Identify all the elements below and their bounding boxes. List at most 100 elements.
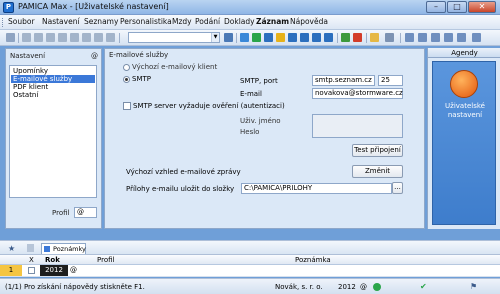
- flag-icon[interactable]: [353, 33, 362, 42]
- window-list-icon[interactable]: [405, 33, 414, 42]
- nav-last-icon[interactable]: [324, 33, 333, 42]
- list-item-other[interactable]: Ostatní: [11, 91, 95, 99]
- smtp-auth-label: SMTP server vyžaduje ověření (autentizac…: [133, 102, 285, 110]
- status-bar: (1/1) Pro získání nápovědy stiskněte F1.…: [0, 278, 500, 294]
- star-icon[interactable]: [276, 33, 285, 42]
- export-icon[interactable]: [46, 33, 55, 42]
- column-profil[interactable]: Profil: [97, 256, 114, 264]
- table-row[interactable]: 1 2012 @: [0, 265, 500, 277]
- default-client-label: Výchozí e-mailový klient: [132, 63, 218, 71]
- email-label: E-mail: [240, 90, 262, 98]
- smtp-auth-checkbox[interactable]: [123, 102, 131, 110]
- maximize-button[interactable]: □: [447, 1, 467, 13]
- menu-nastaveni[interactable]: Nastavení: [42, 17, 80, 26]
- menu-personalistika[interactable]: Personalistika: [120, 17, 172, 26]
- password-label: Heslo: [240, 128, 260, 136]
- folder-icon[interactable]: [370, 33, 379, 42]
- split-icon[interactable]: [444, 33, 453, 42]
- preview-icon[interactable]: [34, 33, 43, 42]
- chevron-down-icon[interactable]: ▼: [211, 33, 219, 42]
- filter-combo[interactable]: ▼: [128, 32, 220, 43]
- change-template-button[interactable]: Změnit: [352, 165, 403, 178]
- tab-poznamky[interactable]: Poznámky: [41, 243, 86, 254]
- agendy-panel: Agendy Uživatelské nastavení: [427, 48, 500, 229]
- list-item-email-services[interactable]: E-mailové služby: [11, 75, 95, 83]
- agendy-header: Agendy: [428, 48, 500, 58]
- print-icon[interactable]: [22, 33, 31, 42]
- menu-mzdy[interactable]: Mzdy: [172, 17, 192, 26]
- nav-first-icon[interactable]: [288, 33, 297, 42]
- tab-poznamky-label: Poznámky: [53, 245, 86, 253]
- save-icon[interactable]: [70, 33, 79, 42]
- attachments-path-input[interactable]: C:\PAMICA\PRILOHY: [241, 183, 392, 194]
- email-template-label: Výchozí vzhled e-mailové zprávy: [126, 168, 241, 176]
- menu-podani[interactable]: Podání: [195, 17, 220, 26]
- filter-toggle-icon[interactable]: [27, 244, 34, 252]
- smtp-host-input[interactable]: smtp.seznam.cz: [312, 75, 375, 86]
- column-x[interactable]: X: [29, 256, 34, 264]
- cascade-icon[interactable]: [431, 33, 440, 42]
- test-connection-button[interactable]: Test připojení: [352, 144, 403, 157]
- pamica-app-icon[interactable]: P: [3, 2, 14, 13]
- nav-next-icon[interactable]: [312, 33, 321, 42]
- column-poznamka[interactable]: Poznámka: [295, 256, 331, 264]
- toolbar-tools-icon[interactable]: [6, 33, 15, 42]
- credentials-input[interactable]: [312, 114, 403, 138]
- row-checkbox[interactable]: [28, 267, 35, 274]
- menu-doklady[interactable]: Doklady: [224, 17, 255, 26]
- clear-filter-icon[interactable]: [224, 33, 233, 42]
- notes-grid-header: X Rok Profil Poznámka: [0, 255, 500, 265]
- status-hint: (1/1) Pro získání nápovědy stiskněte F1.: [5, 283, 145, 291]
- check-icon: ✔: [420, 282, 427, 291]
- smtp-radio[interactable]: [123, 76, 130, 83]
- menu-seznamy[interactable]: Seznamy: [84, 17, 118, 26]
- menu-napoveda[interactable]: Nápověda: [290, 17, 328, 26]
- user-settings-tile[interactable]: Uživatelské nastavení: [432, 61, 496, 225]
- minimize-button[interactable]: –: [426, 1, 446, 13]
- user-settings-label: Uživatelské nastavení: [433, 102, 497, 120]
- collapse-icon[interactable]: ★: [8, 244, 15, 253]
- copy-icon[interactable]: [58, 33, 67, 42]
- new-record-icon[interactable]: [240, 33, 249, 42]
- smtp-port-input[interactable]: 25: [378, 75, 403, 86]
- menu-bar: Soubor Nastavení Seznamy Personalistika …: [0, 15, 500, 30]
- toolbar-separator: [400, 33, 401, 43]
- nav-prev-icon[interactable]: [300, 33, 309, 42]
- help-icon[interactable]: [472, 33, 481, 42]
- add-icon[interactable]: [252, 33, 261, 42]
- user-settings-label-line2: nastavení: [447, 111, 483, 119]
- settings-list[interactable]: Upomínky E-mailové služby PDF klient Ost…: [9, 65, 97, 198]
- at-icon[interactable]: @: [91, 52, 98, 60]
- row-profil-cell[interactable]: @: [70, 266, 77, 274]
- list-item-upominky[interactable]: Upomínky: [11, 67, 95, 75]
- email-input[interactable]: novakova@stormware.cz: [312, 88, 403, 99]
- delete-icon[interactable]: [82, 33, 91, 42]
- edit-icon[interactable]: [264, 33, 273, 42]
- filter-icon[interactable]: [341, 33, 350, 42]
- browse-button[interactable]: ...: [392, 182, 403, 194]
- status-company: Novák, s. r. o.: [275, 283, 323, 291]
- toolbar-separator: [18, 33, 19, 43]
- menu-zaznam[interactable]: Záznam: [256, 17, 289, 26]
- profil-label: Profil: [52, 209, 70, 217]
- undo-icon[interactable]: [94, 33, 103, 42]
- smtp-port-label: SMTP, port: [240, 77, 278, 85]
- profil-field[interactable]: @: [74, 207, 97, 218]
- list-item-pdf-client[interactable]: PDF klient: [11, 83, 95, 91]
- row-rok-cell[interactable]: 2012: [40, 265, 68, 276]
- column-rok[interactable]: Rok: [45, 256, 60, 264]
- tile-icon[interactable]: [418, 33, 427, 42]
- menu-soubor[interactable]: Soubor: [8, 17, 35, 26]
- settings-group-label: Nastavení: [10, 52, 46, 60]
- window-title: PAMICA Max - [Uživatelské nastavení]: [18, 2, 169, 11]
- smtp-radio-label: SMTP: [132, 75, 151, 83]
- title-bar: P PAMICA Max - [Uživatelské nastavení] –…: [0, 0, 500, 15]
- default-client-radio[interactable]: [123, 64, 130, 71]
- notes-icon: [44, 246, 50, 252]
- close-button[interactable]: ✕: [468, 1, 496, 13]
- panel-icon[interactable]: [457, 33, 466, 42]
- layout-icon[interactable]: [385, 33, 394, 42]
- user-settings-label-line1: Uživatelské: [445, 102, 485, 110]
- toolbar-separator: [366, 33, 367, 43]
- refresh-icon[interactable]: [106, 33, 115, 42]
